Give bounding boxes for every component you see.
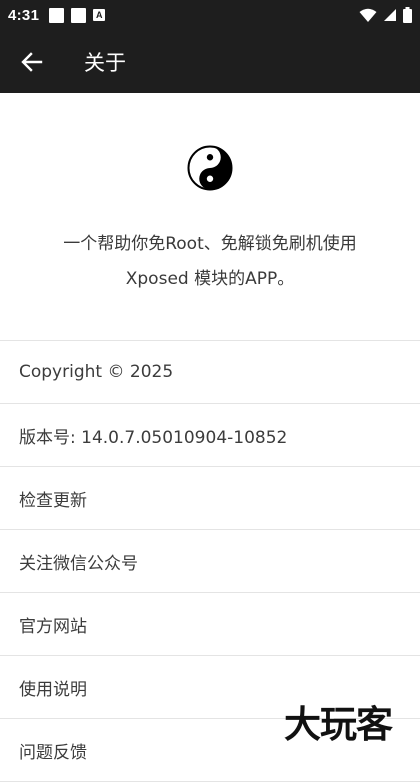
notification-icons: A bbox=[49, 7, 106, 23]
image-notification-icon bbox=[71, 7, 87, 23]
check-update-item[interactable]: 检查更新 bbox=[0, 467, 420, 530]
accessibility-a-icon: A bbox=[93, 9, 106, 21]
description-line: 一个帮助你免Root、免解锁免刷机使用 bbox=[63, 234, 357, 254]
yin-yang-icon bbox=[187, 145, 233, 191]
system-icons bbox=[359, 7, 412, 23]
image-notification-icon bbox=[49, 7, 65, 23]
copyright-item: Copyright © 2025 bbox=[0, 341, 420, 404]
arrow-left-icon bbox=[21, 51, 43, 72]
about-header: 一个帮助你免Root、免解锁免刷机使用 Xposed 模块的APP。 bbox=[0, 93, 420, 341]
app-description: 一个帮助你免Root、免解锁免刷机使用 Xposed 模块的APP。 bbox=[20, 227, 400, 297]
version-item: 版本号: 14.0.7.05010904-10852 bbox=[0, 404, 420, 467]
app-bar: 关于 bbox=[0, 30, 420, 93]
watermark-logo: 大玩客 bbox=[284, 702, 393, 746]
signal-icon bbox=[384, 9, 396, 21]
status-time: 4:31 bbox=[8, 6, 40, 24]
back-button[interactable] bbox=[0, 30, 64, 93]
status-bar: 4:31 A bbox=[0, 0, 420, 30]
page-title: 关于 bbox=[84, 50, 126, 75]
battery-icon bbox=[403, 7, 412, 23]
official-website-item[interactable]: 官方网站 bbox=[0, 593, 420, 656]
wifi-icon bbox=[359, 8, 377, 22]
description-line: Xposed 模块的APP。 bbox=[125, 269, 295, 289]
follow-wechat-item[interactable]: 关注微信公众号 bbox=[0, 530, 420, 593]
